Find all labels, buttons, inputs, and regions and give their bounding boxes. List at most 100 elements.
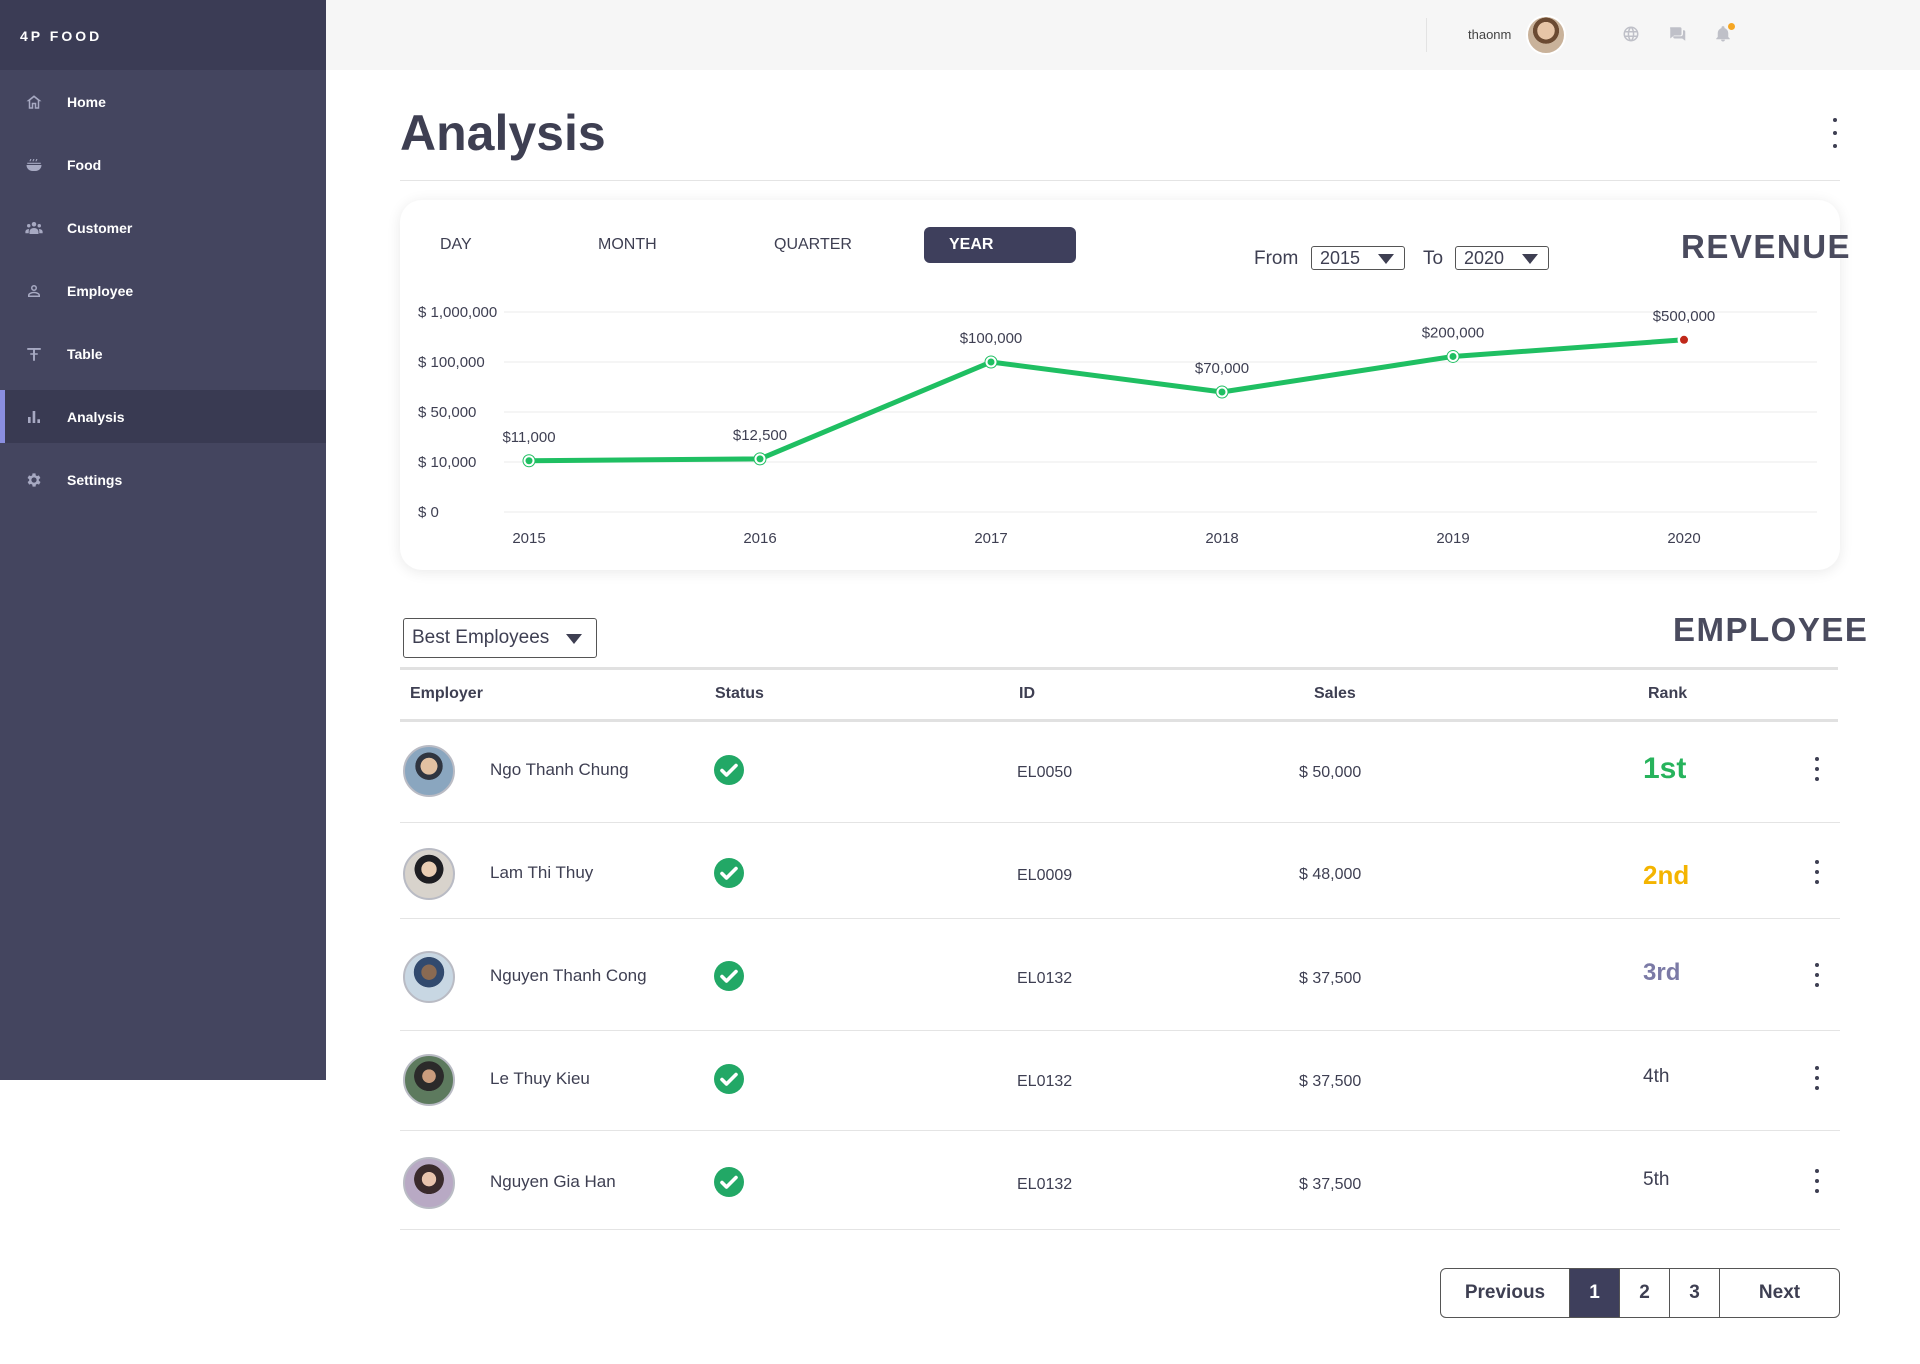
row-menu-icon[interactable] <box>1810 1066 1824 1090</box>
page-title: Analysis <box>400 105 606 161</box>
sidebar: 4P FOOD Home Food Customer Employee Tabl… <box>0 0 326 1080</box>
check-icon <box>714 858 744 888</box>
data-label: $70,000 <box>1195 360 1249 377</box>
employee-id: EL0132 <box>1017 1073 1073 1090</box>
row-menu-icon[interactable] <box>1810 860 1824 884</box>
username[interactable]: thaonm <box>1468 27 1511 42</box>
row-divider <box>400 1130 1840 1131</box>
table-top-divider <box>400 667 1838 670</box>
sidebar-item-settings[interactable]: Settings <box>0 453 326 506</box>
x-tick-label: 2020 <box>1667 530 1700 547</box>
chat-icon[interactable] <box>1668 25 1688 45</box>
rank-badge: 3rd <box>1643 959 1681 986</box>
page-menu-icon[interactable] <box>1828 118 1842 148</box>
row-menu-icon[interactable] <box>1810 757 1824 781</box>
revenue-series-line <box>526 337 1687 464</box>
sidebar-item-employee[interactable]: Employee <box>0 264 326 317</box>
sidebar-item-label: Employee <box>67 282 134 299</box>
y-tick-label: $ 10,000 <box>418 454 476 471</box>
data-label: $100,000 <box>960 330 1023 347</box>
page-3-button[interactable]: 3 <box>1669 1269 1719 1317</box>
employee-icon <box>24 281 44 301</box>
employee-sales: $ 37,500 <box>1299 1176 1362 1193</box>
employee-sales: $ 48,000 <box>1299 866 1362 883</box>
row-menu-icon[interactable] <box>1810 1169 1824 1193</box>
sidebar-item-home[interactable]: Home <box>0 75 326 128</box>
row-divider <box>400 1030 1840 1031</box>
check-icon <box>714 1167 744 1197</box>
rank-badge: 5th <box>1643 1169 1670 1190</box>
sidebar-item-analysis[interactable]: Analysis <box>0 390 326 443</box>
column-header-status: Status <box>715 685 764 702</box>
table-icon <box>24 344 44 364</box>
user-avatar[interactable] <box>1526 15 1566 55</box>
pagination: Previous 1 2 3 Next <box>1440 1268 1840 1318</box>
page-2-button[interactable]: 2 <box>1619 1269 1669 1317</box>
sidebar-item-label: Table <box>67 345 103 362</box>
rank-badge: 4th <box>1643 1066 1670 1087</box>
employee-name: Nguyen Thanh Cong <box>490 966 647 985</box>
sidebar-item-food[interactable]: Food <box>0 138 326 191</box>
column-header-sales: Sales <box>1314 685 1356 702</box>
sidebar-item-label: Analysis <box>67 408 125 425</box>
employee-name: Ngo Thanh Chung <box>490 760 629 779</box>
employee-avatar <box>403 848 455 900</box>
employee-id: EL0132 <box>1017 1176 1073 1193</box>
column-header-rank: Rank <box>1648 685 1688 702</box>
customers-icon <box>24 218 44 238</box>
previous-page-button[interactable]: Previous <box>1441 1269 1569 1317</box>
sidebar-item-label: Food <box>67 156 102 173</box>
globe-icon[interactable] <box>1622 25 1642 45</box>
revenue-card: DAY MONTH QUARTER YEAR From 2015 To 2020… <box>400 200 1850 570</box>
x-tick-label: 2015 <box>512 530 545 547</box>
data-label: $11,000 <box>502 429 555 446</box>
revenue-line-chart: $ 1,000,000 $ 100,000 $ 50,000 $ 10,000 $ 0 2… <box>418 304 1817 547</box>
row-menu-icon[interactable] <box>1810 963 1824 987</box>
y-tick-label: $ 1,000,000 <box>418 304 497 321</box>
header-divider <box>400 180 1840 181</box>
sidebar-nav: Home Food Customer Employee Table Analys… <box>0 75 326 506</box>
employee-avatar <box>403 745 455 797</box>
employee-filter-select[interactable]: Best Employees <box>403 618 597 658</box>
rank-badge: 2nd <box>1643 860 1690 890</box>
x-tick-label: 2018 <box>1205 530 1238 547</box>
sidebar-item-table[interactable]: Table <box>0 327 326 380</box>
page-1-button[interactable]: 1 <box>1569 1269 1619 1317</box>
check-icon <box>714 755 744 785</box>
bell-icon[interactable] <box>1714 23 1735 45</box>
employee-avatar <box>403 1054 455 1106</box>
x-tick-label: 2019 <box>1436 530 1469 547</box>
check-icon <box>714 1064 744 1094</box>
x-tick-label: 2016 <box>743 530 776 547</box>
employee-name: Le Thuy Kieu <box>490 1069 590 1088</box>
sidebar-item-label: Settings <box>67 471 123 488</box>
rank-badge: 1st <box>1643 752 1687 785</box>
row-divider <box>400 822 1840 823</box>
x-tick-label: 2017 <box>974 530 1007 547</box>
employee-name: Lam Thi Thuy <box>490 863 594 882</box>
data-label: $12,500 <box>733 427 787 444</box>
employee-sales: $ 37,500 <box>1299 1073 1362 1090</box>
employee-id: EL0050 <box>1017 764 1073 781</box>
data-point <box>525 457 533 465</box>
employee-filter-value: Best Employees <box>412 627 550 648</box>
y-tick-label: $ 0 <box>418 504 439 521</box>
data-point <box>987 358 995 366</box>
employee-sales: $ 37,500 <box>1299 970 1362 987</box>
data-point <box>1218 388 1226 396</box>
employee-id: EL0132 <box>1017 970 1073 987</box>
topbar-divider <box>1426 18 1427 52</box>
sidebar-item-customer[interactable]: Customer <box>0 201 326 254</box>
notification-badge <box>1728 23 1735 30</box>
check-icon <box>714 961 744 991</box>
home-icon <box>24 92 44 112</box>
gear-icon <box>24 470 44 490</box>
chevron-down-icon <box>566 634 582 644</box>
table-header-divider <box>400 719 1838 722</box>
column-header-id: ID <box>1019 685 1035 702</box>
employee-title: EMPLOYEE <box>1673 611 1869 648</box>
row-divider <box>400 918 1840 919</box>
sidebar-item-label: Customer <box>67 219 133 236</box>
y-tick-label: $ 50,000 <box>418 404 476 421</box>
next-page-button[interactable]: Next <box>1719 1269 1839 1317</box>
